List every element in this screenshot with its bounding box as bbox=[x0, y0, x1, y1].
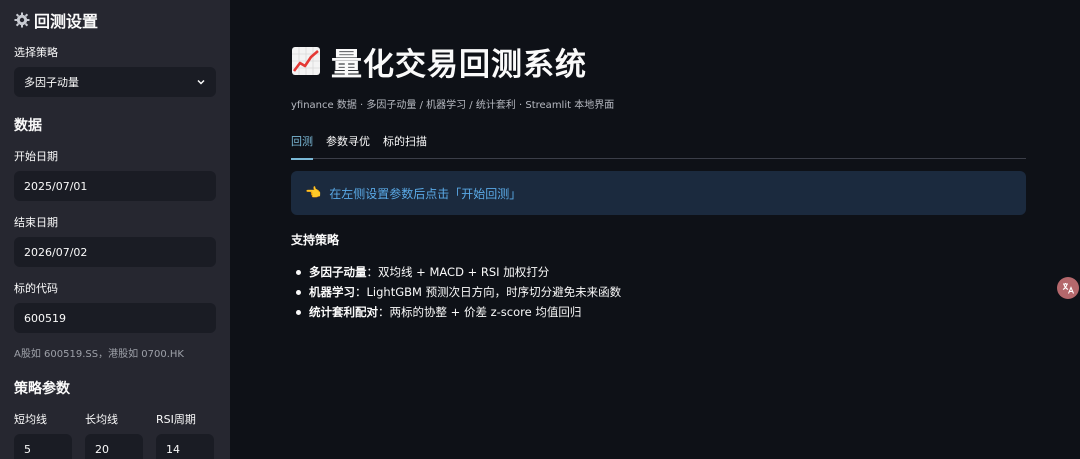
param-short-ma: 短均线 5 bbox=[14, 398, 72, 459]
tab-backtest[interactable]: 回测 bbox=[291, 133, 326, 160]
long-ma-input[interactable]: 20 bbox=[85, 434, 143, 459]
gear-icon bbox=[14, 12, 30, 28]
tab-symbol-scan[interactable]: 标的扫描 bbox=[383, 133, 440, 159]
end-date-value: 2026/07/02 bbox=[24, 245, 88, 259]
sidebar: 回测设置 选择策略 多因子动量 数据 开始日期 2025/07/01 结束日期 … bbox=[0, 0, 230, 459]
pointing-hand-icon: 👈 bbox=[305, 185, 322, 201]
strategy-desc: ：LightGBM 预测次日方向，时序切分避免未来函数 bbox=[355, 285, 622, 299]
page-header: 量化交易回测系统 bbox=[291, 42, 1026, 83]
param-long-ma: 长均线 20 bbox=[85, 398, 143, 459]
end-date-input[interactable]: 2026/07/02 bbox=[14, 237, 216, 267]
info-alert-text: 在左侧设置参数后点击「开始回测」 bbox=[329, 186, 522, 201]
app-root: 回测设置 选择策略 多因子动量 数据 开始日期 2025/07/01 结束日期 … bbox=[0, 0, 1080, 459]
param-label: RSI周期 bbox=[156, 413, 196, 426]
strategy-desc: ：双均线 + MACD + RSI 加权打分 bbox=[366, 265, 550, 279]
symbol-caption: A股如 600519.SS，港股如 0700.HK bbox=[14, 349, 184, 360]
start-date-label: 开始日期 bbox=[14, 150, 58, 163]
page-subtitle: yfinance 数据 · 多因子动量 / 机器学习 / 统计套利 · Stre… bbox=[291, 100, 615, 111]
translate-button[interactable] bbox=[1057, 277, 1079, 299]
list-item: 多因子动量：双均线 + MACD + RSI 加权打分 bbox=[296, 262, 1026, 282]
param-label: 长均线 bbox=[85, 413, 118, 426]
strategy-select-value: 多因子动量 bbox=[24, 76, 79, 89]
rsi-period-input[interactable]: 14 bbox=[156, 434, 214, 459]
strategy-desc: ：两标的协整 + 价差 z-score 均值回归 bbox=[378, 305, 582, 319]
strategy-name: 机器学习 bbox=[309, 285, 355, 299]
symbol-input[interactable]: 600519 bbox=[14, 303, 216, 333]
list-item: 机器学习：LightGBM 预测次日方向，时序切分避免未来函数 bbox=[296, 282, 1026, 302]
param-value: 20 bbox=[95, 442, 109, 456]
symbol-label: 标的代码 bbox=[14, 282, 58, 295]
param-value: 5 bbox=[24, 442, 31, 456]
param-rsi: RSI周期 14 bbox=[156, 398, 214, 459]
list-item: 统计套利配对：两标的协整 + 价差 z-score 均值回归 bbox=[296, 302, 1026, 322]
short-ma-input[interactable]: 5 bbox=[14, 434, 72, 459]
strategy-list: 多因子动量：双均线 + MACD + RSI 加权打分 机器学习：LightGB… bbox=[291, 262, 1026, 322]
translate-icon bbox=[1062, 283, 1075, 294]
symbol-value: 600519 bbox=[24, 311, 66, 325]
start-date-input[interactable]: 2025/07/01 bbox=[14, 171, 216, 201]
sidebar-title: 回测设置 bbox=[14, 9, 216, 31]
params-row: 短均线 5 长均线 20 RSI周期 14 bbox=[14, 398, 216, 459]
strategy-name: 统计套利配对 bbox=[309, 305, 378, 319]
chevron-down-icon bbox=[197, 79, 205, 85]
main-content: 量化交易回测系统 yfinance 数据 · 多因子动量 / 机器学习 / 统计… bbox=[230, 0, 1080, 459]
params-section-header: 策略参数 bbox=[14, 381, 70, 397]
strategy-label: 选择策略 bbox=[14, 46, 58, 59]
end-date-label: 结束日期 bbox=[14, 216, 58, 229]
start-date-value: 2025/07/01 bbox=[24, 179, 88, 193]
sidebar-title-text: 回测设置 bbox=[34, 12, 99, 31]
tab-bar: 回测 参数寻优 标的扫描 bbox=[291, 133, 1026, 160]
strategy-name: 多因子动量 bbox=[309, 265, 367, 279]
data-section-header: 数据 bbox=[14, 118, 42, 134]
param-label: 短均线 bbox=[14, 413, 47, 426]
info-alert: 👈 在左侧设置参数后点击「开始回测」 bbox=[291, 171, 1026, 215]
chart-increasing-icon bbox=[292, 47, 320, 75]
tab-param-optimization[interactable]: 参数寻优 bbox=[326, 133, 383, 159]
strategies-heading: 支持策略 bbox=[291, 233, 340, 247]
strategy-select[interactable]: 多因子动量 bbox=[14, 67, 216, 97]
param-value: 14 bbox=[166, 442, 180, 456]
page-title: 量化交易回测系统 bbox=[331, 46, 587, 83]
